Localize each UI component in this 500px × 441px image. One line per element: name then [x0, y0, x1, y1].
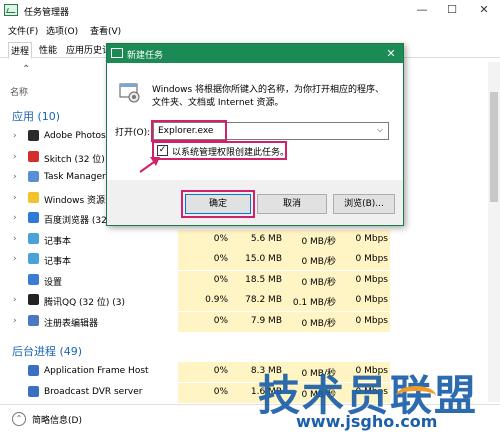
expand-chevron-icon[interactable]: › [13, 295, 17, 305]
expand-chevron-icon[interactable]: › [13, 131, 17, 141]
disk-usage: 0 MB/秒 [301, 318, 336, 329]
process-icon [28, 294, 39, 305]
browse-button[interactable]: 浏览(B)... [333, 194, 395, 214]
network-usage: 0 Mbps [355, 315, 388, 326]
maximize-button[interactable]: ☐ [438, 0, 466, 20]
process-name: 注册表编辑器 [44, 318, 99, 329]
column-header-name[interactable]: 名称 [10, 85, 28, 98]
process-icon [28, 191, 39, 203]
memory-usage: 7.9 MB [250, 315, 282, 326]
highlight-ok-button [181, 190, 255, 218]
tab-processes[interactable]: 进程 [8, 42, 33, 59]
process-row[interactable]: 设置 0% 18.5 MB 0 MB/秒 0 Mbps [0, 270, 490, 291]
section-background-processes: 后台进程 (49) [12, 345, 83, 358]
process-row[interactable]: › 注册表编辑器 0% 7.9 MB 0 MB/秒 0 Mbps [0, 311, 490, 332]
process-name: 设置 [44, 277, 63, 288]
watermark-wifi-icon [396, 386, 436, 406]
process-name: Windows 资源 [44, 195, 106, 206]
annotation-arrow-icon [139, 157, 160, 173]
cancel-button[interactable]: 取消 [257, 194, 327, 214]
dialog-description: Windows 将根据你所键入的名称，为你打开相应的程序、文件夹、文档或 Int… [152, 85, 385, 108]
dialog-title-bar: 新建任务 ✕ [107, 44, 403, 63]
process-icon [28, 212, 39, 223]
create-new-task-dialog: 新建任务 ✕ Windows 将根据你所键入的名称，为你打开相应的程序、文件夹、… [106, 43, 404, 226]
process-row[interactable]: › 腾讯QQ (32 位) (3) 0.9% 78.2 MB 0.1 MB/秒 0 Mbp… [0, 291, 490, 311]
process-name: 百度浏览器 (32 [44, 216, 107, 226]
dialog-close-button[interactable]: ✕ [381, 45, 401, 62]
fewer-details-link[interactable]: 简略信息(D) [32, 413, 82, 426]
process-icon [28, 171, 39, 182]
process-name: Broadcast DVR server [44, 386, 143, 397]
process-icon [28, 314, 39, 326]
scrollbar-thumb[interactable] [490, 92, 498, 202]
highlight-open-field [151, 120, 227, 142]
process-icon [28, 365, 39, 376]
expand-chevron-icon[interactable]: › [13, 254, 17, 264]
process-name: Skitch (32 位) [44, 154, 105, 165]
section-apps: 应用 (10) [12, 110, 61, 123]
minimize-button[interactable]: — [408, 0, 436, 20]
dialog-title: 新建任务 [127, 51, 164, 61]
expand-chevron-icon[interactable]: › [13, 213, 17, 223]
process-icon [28, 130, 39, 141]
process-icon [28, 232, 39, 244]
menu-options[interactable]: 选项(O) [46, 24, 78, 37]
run-program-icon [119, 83, 140, 103]
close-button[interactable]: ✕ [468, 0, 500, 20]
open-label: 打开(O): [115, 128, 151, 138]
title-bar: 任务管理器 — ☐ ✕ [0, 0, 500, 22]
process-icon [28, 150, 39, 162]
chevron-down-icon[interactable]: ⌵ [377, 125, 383, 135]
process-row[interactable]: › 记事本 0% 15.0 MB 0 MB/秒 0 Mbps [0, 250, 490, 270]
menu-view[interactable]: 查看(V) [90, 24, 121, 37]
watermark-url: www.jsgho.com [296, 412, 438, 431]
expand-chevron-icon[interactable]: › [13, 172, 17, 182]
process-name: Task Manager [44, 172, 106, 182]
expand-chevron-icon[interactable]: › [13, 234, 17, 244]
tab-performance[interactable]: 性能 [37, 42, 59, 57]
cpu-usage: 0% [213, 315, 228, 326]
process-icon [28, 385, 39, 397]
process-name: Application Frame Host [44, 366, 149, 376]
task-manager-icon [4, 4, 18, 16]
process-name: 记事本 [44, 236, 72, 247]
sort-chevron-icon: ⌃ [22, 64, 31, 75]
dialog-title-icon [111, 48, 123, 58]
chevron-up-icon[interactable]: ⌃ [12, 412, 26, 426]
process-name: 腾讯QQ (32 位) (3) [44, 298, 125, 308]
process-name: 记事本 [44, 257, 72, 267]
expand-chevron-icon[interactable]: › [13, 316, 17, 326]
menu-bar: 文件(F) 选项(O) 查看(V) [0, 22, 500, 38]
process-name: Adobe Photos [44, 131, 106, 141]
menu-file[interactable]: 文件(F) [8, 24, 38, 37]
expand-chevron-icon[interactable]: › [13, 193, 17, 203]
vertical-scrollbar[interactable] [488, 62, 500, 402]
process-icon [28, 273, 39, 285]
dialog-button-area: 确定 取消 浏览(B)... [107, 180, 403, 225]
process-icon [28, 253, 39, 264]
process-row[interactable]: › 记事本 0% 5.6 MB 0 MB/秒 0 Mbps [0, 229, 490, 250]
window-title: 任务管理器 [24, 8, 70, 18]
expand-chevron-icon[interactable]: › [13, 152, 17, 162]
